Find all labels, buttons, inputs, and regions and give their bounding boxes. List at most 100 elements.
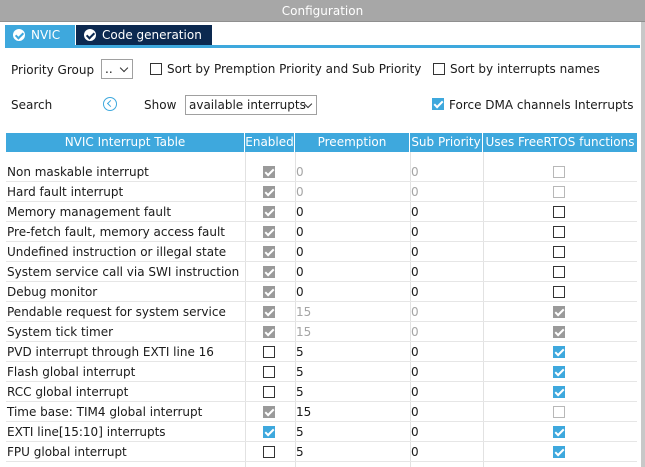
sub-priority-cell[interactable]: 0: [411, 422, 419, 442]
enabled-checkbox: [263, 246, 275, 258]
interrupt-name: Hard fault interrupt: [7, 185, 124, 199]
interrupt-name: System tick timer: [7, 325, 114, 339]
freertos-checkbox[interactable]: [553, 366, 565, 378]
search-label: Search: [11, 98, 53, 112]
window-title: Configuration: [0, 0, 645, 22]
interrupt-name: Time base: TIM4 global interrupt: [7, 405, 203, 419]
sub-priority-cell[interactable]: 0: [411, 342, 419, 362]
column-header-freertos[interactable]: Uses FreeRTOS functions: [483, 133, 637, 152]
sub-priority-cell: 0: [411, 185, 419, 199]
preemption-priority-cell: 15: [296, 305, 312, 319]
enabled-checkbox: [263, 206, 275, 218]
sub-priority-cell[interactable]: 0: [411, 242, 419, 262]
enabled-checkbox: [263, 286, 275, 298]
freertos-checkbox[interactable]: [553, 246, 565, 258]
enabled-checkbox[interactable]: [263, 386, 275, 398]
preemption-priority-cell[interactable]: 5: [296, 422, 304, 442]
sort-premption-label: Sort by Premption Priority and Sub Prior…: [167, 62, 422, 76]
preemption-priority-cell[interactable]: 0: [296, 202, 304, 222]
enabled-checkbox[interactable]: [263, 446, 275, 458]
column-header-enabled[interactable]: Enabled: [245, 133, 295, 152]
enabled-checkbox[interactable]: [263, 346, 275, 358]
check-circle-icon: [13, 29, 25, 41]
enabled-checkbox: [263, 406, 275, 418]
freertos-checkbox: [553, 306, 565, 318]
sub-priority-cell[interactable]: 0: [411, 362, 419, 382]
force-dma-checkbox[interactable]: [432, 98, 444, 110]
table-row[interactable]: System tick timer 15 0: [6, 322, 637, 342]
table-row[interactable]: Time base: TIM4 global interrupt 15 0: [6, 402, 637, 422]
freertos-checkbox: [553, 406, 565, 418]
column-header-name[interactable]: NVIC Interrupt Table: [6, 133, 245, 152]
table-row[interactable]: Undefined instruction or illegal state 0 0: [6, 242, 637, 262]
priority-group-label: Priority Group: [11, 63, 95, 77]
sub-priority-cell: 0: [411, 325, 419, 339]
tab-bar: NVIC Code generation: [0, 22, 645, 48]
sub-priority-cell[interactable]: 0: [411, 282, 419, 302]
right-edge: [641, 22, 645, 467]
freertos-checkbox[interactable]: [553, 226, 565, 238]
sub-priority-cell[interactable]: 0: [411, 262, 419, 282]
freertos-checkbox: [553, 166, 565, 178]
preemption-priority-cell[interactable]: 0: [296, 282, 304, 302]
table-row[interactable]: Pre-fetch fault, memory access fault 0 0: [6, 222, 637, 242]
enabled-checkbox[interactable]: [263, 426, 275, 438]
table-row[interactable]: Hard fault interrupt 0 0: [6, 182, 637, 202]
preemption-priority-cell[interactable]: 5: [296, 342, 304, 362]
preemption-priority-cell: 0: [296, 185, 304, 199]
sort-premption-checkbox[interactable]: [150, 63, 162, 75]
sub-priority-cell[interactable]: 0: [411, 442, 419, 462]
interrupt-name: Undefined instruction or illegal state: [7, 245, 227, 259]
column-header-preemption[interactable]: Preemption Priority: [295, 133, 410, 168]
preemption-priority-cell[interactable]: 15: [296, 402, 311, 422]
preemption-priority-cell[interactable]: 0: [296, 242, 304, 262]
tab-code-generation[interactable]: Code generation: [76, 25, 212, 46]
interrupt-name: EXTI line[15:10] interrupts: [7, 425, 166, 439]
sort-names-label: Sort by interrupts names: [450, 62, 600, 76]
table-row[interactable]: Non maskable interrupt 0 0: [6, 162, 637, 182]
table-row[interactable]: Debug monitor 0 0: [6, 282, 637, 302]
show-label: Show: [144, 98, 177, 112]
preemption-priority-cell[interactable]: 5: [296, 382, 304, 402]
tab-label: NVIC: [31, 28, 61, 42]
table-row[interactable]: RCC global interrupt 5 0: [6, 382, 637, 402]
preemption-priority-cell: 0: [296, 165, 304, 179]
enabled-checkbox: [263, 326, 275, 338]
table-row[interactable]: FPU global interrupt 5 0: [6, 442, 637, 462]
column-header-sub-priority[interactable]: Sub Priority: [410, 133, 483, 152]
sort-names-checkbox[interactable]: [433, 63, 445, 75]
tab-nvic[interactable]: NVIC: [5, 25, 75, 46]
table-row[interactable]: EXTI line[15:10] interrupts 5 0: [6, 422, 637, 442]
freertos-checkbox[interactable]: [553, 266, 565, 278]
interrupt-name: System service call via SWI instruction: [7, 265, 240, 279]
interrupt-name: Pre-fetch fault, memory access fault: [7, 225, 226, 239]
table-row[interactable]: Memory management fault 0 0: [6, 202, 637, 222]
freertos-checkbox[interactable]: [553, 386, 565, 398]
table-row[interactable]: System service call via SWI instruction 0…: [6, 262, 637, 282]
search-back-icon[interactable]: [103, 97, 117, 111]
preemption-priority-cell[interactable]: 0: [296, 262, 304, 282]
freertos-checkbox[interactable]: [553, 446, 565, 458]
freertos-checkbox[interactable]: [553, 286, 565, 298]
show-select[interactable]: available interrupts: [185, 95, 317, 115]
preemption-priority-cell[interactable]: 0: [296, 222, 304, 242]
priority-group-select[interactable]: ..: [101, 59, 133, 79]
freertos-checkbox[interactable]: [553, 426, 565, 438]
table-row[interactable]: Pendable request for system service 15 0: [6, 302, 637, 322]
table-row[interactable]: PVD interrupt through EXTI line 16 5 0: [6, 342, 637, 362]
freertos-checkbox: [553, 186, 565, 198]
sub-priority-cell[interactable]: 0: [411, 382, 419, 402]
sub-priority-cell[interactable]: 0: [411, 222, 419, 242]
sub-priority-cell[interactable]: 0: [411, 202, 419, 222]
tab-underline: [5, 45, 640, 48]
sub-priority-cell: 0: [411, 165, 419, 179]
freertos-checkbox[interactable]: [553, 346, 565, 358]
preemption-priority-cell[interactable]: 5: [296, 442, 304, 462]
freertos-checkbox: [553, 326, 565, 338]
table-row[interactable]: Flash global interrupt 5 0: [6, 362, 637, 382]
interrupt-name: FPU global interrupt: [7, 445, 127, 459]
freertos-checkbox[interactable]: [553, 206, 565, 218]
preemption-priority-cell[interactable]: 5: [296, 362, 304, 382]
sub-priority-cell[interactable]: 0: [411, 402, 419, 422]
enabled-checkbox[interactable]: [263, 366, 275, 378]
